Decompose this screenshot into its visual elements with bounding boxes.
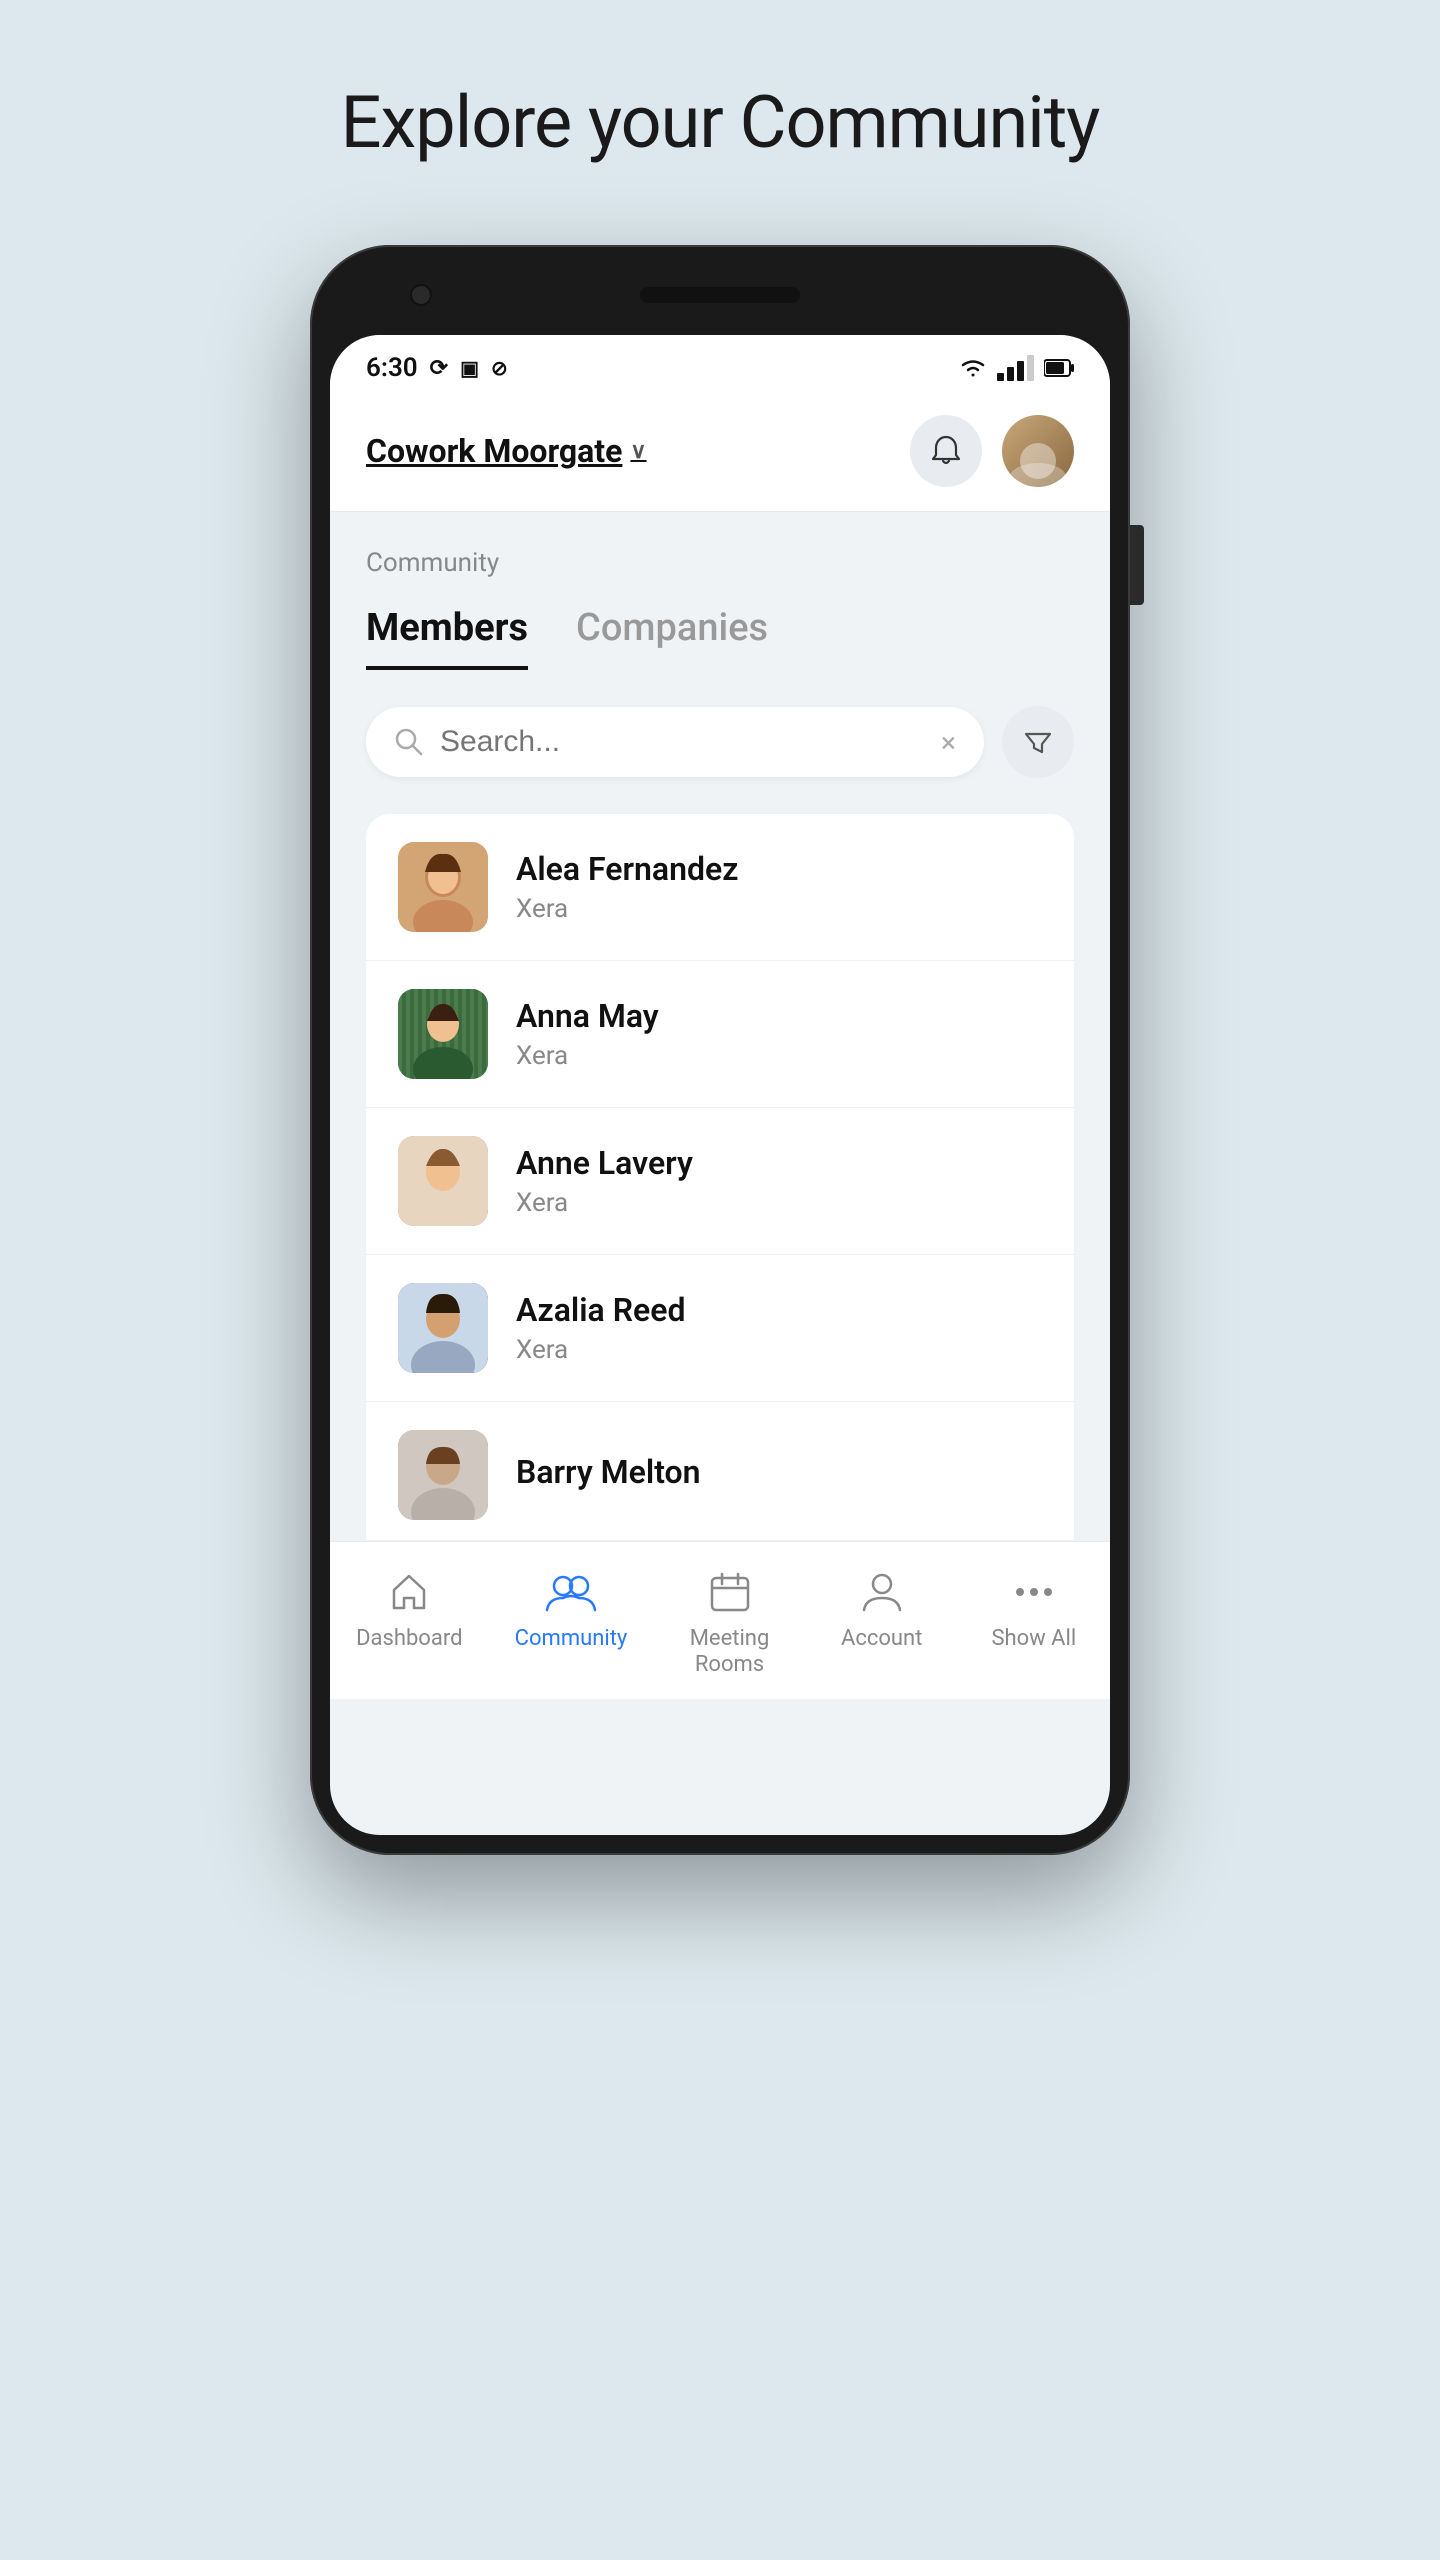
wifi-icon [959, 357, 987, 379]
calendar-icon [704, 1566, 756, 1618]
member-avatar [398, 842, 488, 932]
member-name: Anna May [516, 997, 1042, 1035]
filter-icon [1022, 726, 1054, 758]
front-camera [410, 284, 432, 306]
member-item[interactable]: Azalia Reed Xera [366, 1255, 1074, 1402]
member-name: Azalia Reed [516, 1291, 1042, 1329]
nav-item-dashboard[interactable]: Dashboard [356, 1566, 462, 1679]
member-info: Azalia Reed Xera [516, 1291, 1042, 1365]
phone-frame: 6:30 ⟳ ▣ ⊘ [310, 245, 1130, 1855]
member-avatar [398, 1136, 488, 1226]
notifications-button[interactable] [910, 415, 982, 487]
status-left: 6:30 ⟳ ▣ ⊘ [366, 353, 508, 383]
header-actions [910, 415, 1074, 487]
search-row: × [366, 706, 1074, 778]
sync-icon: ⟳ [430, 356, 448, 381]
phone-top-bar [330, 265, 1110, 325]
member-company: Xera [516, 1041, 1042, 1071]
tab-members[interactable]: Members [366, 598, 528, 670]
status-right [959, 355, 1074, 381]
user-avatar[interactable] [1002, 415, 1074, 487]
nav-item-show-all[interactable]: Show All [984, 1566, 1084, 1679]
member-item[interactable]: Anne Lavery Xera [366, 1108, 1074, 1255]
nav-label-meeting-rooms: Meeting Rooms [690, 1626, 770, 1679]
power-button [1130, 525, 1144, 605]
page-title: Explore your Community [341, 80, 1100, 165]
member-info: Anna May Xera [516, 997, 1042, 1071]
bottom-nav: Dashboard Community [330, 1541, 1110, 1699]
app-header: Cowork Moorgate ∨ [330, 395, 1110, 512]
workspace-name-text: Cowork Moorgate [366, 432, 622, 470]
member-info: Anne Lavery Xera [516, 1144, 1042, 1218]
no-disturb-icon: ⊘ [491, 356, 508, 380]
member-item[interactable]: Barry Melton [366, 1402, 1074, 1541]
member-info: Barry Melton [516, 1453, 1042, 1497]
search-input[interactable] [440, 725, 925, 759]
home-icon [383, 1566, 435, 1618]
bell-icon [928, 433, 964, 469]
storage-icon: ▣ [460, 356, 479, 380]
tab-companies[interactable]: Companies [576, 598, 768, 670]
member-avatar [398, 989, 488, 1079]
avatar-barry-image [398, 1430, 488, 1520]
status-bar: 6:30 ⟳ ▣ ⊘ [330, 335, 1110, 395]
tabs: Members Companies [366, 598, 1074, 670]
members-list: Alea Fernandez Xera [366, 814, 1074, 1541]
nav-item-meeting-rooms[interactable]: Meeting Rooms [680, 1566, 780, 1679]
nav-label-show-all: Show All [991, 1626, 1076, 1652]
member-info: Alea Fernandez Xera [516, 850, 1042, 924]
speaker [640, 287, 800, 303]
member-company: Xera [516, 1335, 1042, 1365]
member-name: Alea Fernandez [516, 850, 1042, 888]
phone-screen: 6:30 ⟳ ▣ ⊘ [330, 335, 1110, 1835]
avatar-anna-image [398, 989, 488, 1079]
content-area: Community Members Companies × [330, 512, 1110, 1541]
search-bar: × [366, 707, 984, 777]
account-icon [856, 1566, 908, 1618]
battery-icon [1044, 359, 1074, 377]
member-item[interactable]: Alea Fernandez Xera [366, 814, 1074, 961]
clock: 6:30 [366, 353, 418, 383]
member-company: Xera [516, 1188, 1042, 1218]
member-name: Barry Melton [516, 1453, 1042, 1491]
member-item[interactable]: Anna May Xera [366, 961, 1074, 1108]
nav-item-community[interactable]: Community [515, 1566, 628, 1679]
dots-icon [1008, 1566, 1060, 1618]
member-company: Xera [516, 894, 1042, 924]
nav-label-dashboard: Dashboard [356, 1626, 462, 1652]
member-name: Anne Lavery [516, 1144, 1042, 1182]
clear-search-button[interactable]: × [941, 726, 956, 759]
chevron-down-icon: ∨ [630, 439, 646, 464]
avatar-alea-image [398, 842, 488, 932]
nav-item-account[interactable]: Account [832, 1566, 932, 1679]
signal-icon [997, 355, 1034, 381]
member-avatar [398, 1430, 488, 1520]
avatar-anne-image [398, 1136, 488, 1226]
member-avatar [398, 1283, 488, 1373]
nav-label-community: Community [515, 1626, 628, 1652]
avatar-azalia-image [398, 1283, 488, 1373]
filter-button[interactable] [1002, 706, 1074, 778]
nav-label-account: Account [841, 1626, 922, 1652]
section-label: Community [366, 548, 1074, 578]
search-icon [394, 727, 424, 757]
workspace-selector[interactable]: Cowork Moorgate ∨ [366, 432, 647, 470]
community-icon [545, 1566, 597, 1618]
